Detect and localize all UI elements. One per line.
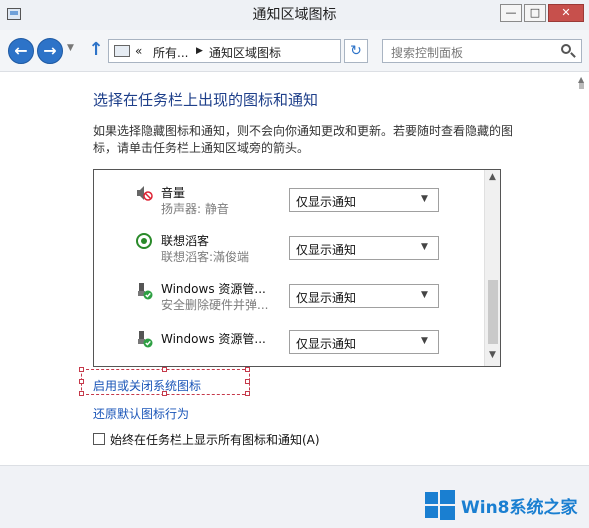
arrow-up-icon: ↑ <box>88 39 104 60</box>
select-value: 仅显示通知 <box>296 195 357 209</box>
chevron-down-icon: ▼ <box>421 336 428 346</box>
selection-handle <box>245 379 250 384</box>
system-icons-link[interactable]: 启用或关闭系统图标 <box>93 377 201 394</box>
selection-handle <box>162 367 167 372</box>
navigation-bar: ← → ▼ ↑ « 所有... ▶ 通知区域图标 ▼ ↻ 搜索控制面板 <box>0 30 589 72</box>
chevron-down-icon: ▼ <box>421 290 428 300</box>
chevron-down-icon: ▼ <box>421 242 428 252</box>
list-item: Windows 资源管... 安全删除硬件并弹... 仅显示通知 ▼ <box>94 272 484 320</box>
back-button[interactable]: ← <box>8 38 34 64</box>
breadcrumb-all-items[interactable]: 所有... <box>153 44 188 61</box>
title-bar: 通知区域图标 — □ ✕ <box>0 0 589 30</box>
behavior-select[interactable]: 仅显示通知 ▼ <box>289 188 439 212</box>
scroll-thumb[interactable] <box>579 83 584 89</box>
close-button[interactable]: ✕ <box>548 4 584 22</box>
row-subtitle: 安全删除硬件并弹... <box>161 298 269 312</box>
arrow-right-icon: → <box>43 41 57 60</box>
up-button[interactable]: ↑ <box>87 39 105 63</box>
row-name: 音量 <box>161 186 186 200</box>
refresh-icon: ↻ <box>350 43 362 59</box>
row-subtitle: 联想滔客:滿俊端 <box>161 250 250 264</box>
list-scrollbar[interactable]: ▲ ▼ <box>484 170 500 366</box>
control-panel-icon <box>114 45 130 57</box>
search-placeholder: 搜索控制面板 <box>391 46 464 60</box>
arrow-left-icon: ← <box>14 41 28 60</box>
windows-logo-icon <box>425 490 455 520</box>
list-scroll-thumb[interactable] <box>488 280 498 344</box>
search-input[interactable]: 搜索控制面板 <box>382 39 582 63</box>
maximize-button[interactable]: □ <box>524 4 546 22</box>
page-scrollbar[interactable]: ▲ <box>574 73 589 465</box>
selection-handle <box>245 367 250 372</box>
refresh-button[interactable]: ↻ <box>344 39 368 63</box>
select-value: 仅显示通知 <box>296 291 357 305</box>
list-item: 音量 扬声器: 静音 仅显示通知 ▼ <box>94 176 484 224</box>
breadcrumb-separator[interactable]: ▶ <box>196 46 203 56</box>
select-value: 仅显示通知 <box>296 243 357 257</box>
selection-handle <box>79 391 84 396</box>
chevron-down-icon[interactable]: ▼ <box>489 350 496 360</box>
row-name: Windows 资源管... <box>161 332 266 346</box>
notification-icons-list[interactable]: 音量 扬声器: 静音 仅显示通知 ▼ 联想滔客 联想滔客:滿俊端 仅显示通知 ▼ <box>93 169 501 367</box>
row-name: 联想滔客 <box>161 234 210 248</box>
minimize-button[interactable]: — <box>500 4 522 22</box>
behavior-select[interactable]: 仅显示通知 ▼ <box>289 330 439 354</box>
footer-area: Win8系统之家 <box>0 465 589 528</box>
main-content: ▲ 选择在任务栏上出现的图标和通知 如果选择隐藏图标和通知，则不会向你通知更改和… <box>0 73 589 465</box>
selection-handle <box>79 379 84 384</box>
row-name: Windows 资源管... <box>161 282 266 296</box>
selection-handle <box>245 391 250 396</box>
row-subtitle: 扬声器: 静音 <box>161 202 229 216</box>
behavior-select[interactable]: 仅显示通知 ▼ <box>289 236 439 260</box>
chevron-down-icon: ▼ <box>67 43 74 53</box>
list-item: 联想滔客 联想滔客:滿俊端 仅显示通知 ▼ <box>94 224 484 272</box>
usb-safe-remove-icon <box>135 282 153 300</box>
restore-defaults-link[interactable]: 还原默认图标行为 <box>93 405 189 422</box>
selection-handle <box>79 367 84 372</box>
forward-button[interactable]: → <box>37 38 63 64</box>
watermark-text: Win8系统之家 <box>461 498 578 518</box>
chevron-down-icon: ▼ <box>421 194 428 204</box>
list-item: Windows 资源管... 仅显示通知 ▼ <box>94 320 484 366</box>
usb-safe-remove-icon <box>135 330 153 348</box>
page-description: 如果选择隐藏图标和通知，则不会向你通知更改和更新。若要随时查看隐藏的图标，请单击… <box>93 124 514 155</box>
address-bar[interactable]: « 所有... ▶ 通知区域图标 ▼ <box>108 39 433 63</box>
watermark: Win8系统之家 <box>425 487 585 521</box>
always-show-label[interactable]: 始终在任务栏上显示所有图标和通知(A) <box>110 431 320 448</box>
page-title: 选择在任务栏上出现的图标和通知 <box>93 91 319 109</box>
breadcrumb-current[interactable]: 通知区域图标 <box>209 44 281 61</box>
chevron-up-icon[interactable]: ▲ <box>489 172 496 182</box>
breadcrumb-overflow[interactable]: « <box>135 44 142 58</box>
always-show-checkbox[interactable] <box>93 433 105 445</box>
speaker-muted-icon <box>135 184 153 202</box>
behavior-select[interactable]: 仅显示通知 ▼ <box>289 284 439 308</box>
search-icon[interactable] <box>561 44 571 54</box>
lenovo-icon <box>135 232 153 250</box>
recent-pages-dropdown[interactable]: ▼ <box>67 43 74 53</box>
select-value: 仅显示通知 <box>296 337 357 351</box>
